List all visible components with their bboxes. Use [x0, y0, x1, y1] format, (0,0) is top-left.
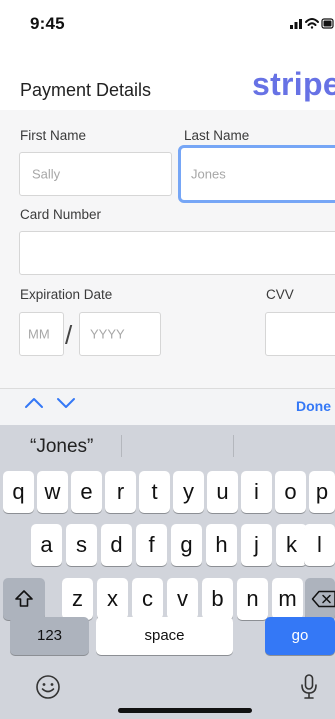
- key-j[interactable]: j: [241, 524, 272, 566]
- status-time: 9:45: [30, 14, 65, 33]
- key-g[interactable]: g: [171, 524, 202, 566]
- done-button[interactable]: Done: [296, 398, 331, 414]
- battery-icon: [321, 18, 334, 29]
- key-i[interactable]: i: [241, 471, 272, 513]
- cellular-signal-icon: [290, 19, 302, 29]
- shift-key[interactable]: [3, 578, 45, 620]
- key-r[interactable]: r: [105, 471, 136, 513]
- last-name-label: Last Name: [184, 128, 250, 143]
- key-x[interactable]: x: [97, 578, 128, 620]
- go-key[interactable]: go: [265, 617, 335, 655]
- expiration-year-field[interactable]: YYYY: [79, 312, 161, 356]
- key-h[interactable]: h: [206, 524, 237, 566]
- expiration-year-placeholder: YYYY: [90, 326, 125, 342]
- key-z[interactable]: z: [62, 578, 93, 620]
- key-m[interactable]: m: [272, 578, 303, 620]
- key-c[interactable]: c: [132, 578, 163, 620]
- chevron-up-icon[interactable]: [24, 396, 44, 415]
- delete-key[interactable]: [305, 578, 335, 620]
- expiration-month-placeholder: MM: [28, 326, 50, 342]
- last-name-field[interactable]: Jones: [178, 145, 335, 203]
- suggestion-item[interactable]: “Jones”: [30, 436, 93, 458]
- microphone-icon[interactable]: [299, 673, 319, 706]
- key-t[interactable]: t: [139, 471, 170, 513]
- emoji-icon[interactable]: [35, 674, 61, 705]
- shift-icon: [15, 590, 33, 607]
- status-icons: [290, 15, 335, 31]
- key-k[interactable]: k: [276, 524, 307, 566]
- first-name-placeholder: Sally: [32, 166, 61, 182]
- key-w[interactable]: w: [37, 471, 68, 513]
- key-l[interactable]: l: [304, 524, 335, 566]
- delete-icon: [311, 590, 335, 608]
- key-u[interactable]: u: [207, 471, 238, 513]
- key-v[interactable]: v: [167, 578, 198, 620]
- keyboard-accessory-bar: [0, 388, 335, 426]
- first-name-field[interactable]: Sally: [19, 152, 172, 196]
- space-key[interactable]: space: [96, 617, 233, 655]
- page-title: Payment Details: [20, 80, 152, 100]
- key-n[interactable]: n: [237, 578, 268, 620]
- numbers-key[interactable]: 123: [10, 617, 89, 655]
- key-a[interactable]: a: [31, 524, 62, 566]
- suggestion-divider: [233, 435, 234, 457]
- key-e[interactable]: e: [71, 471, 102, 513]
- key-y[interactable]: y: [173, 471, 204, 513]
- key-s[interactable]: s: [66, 524, 97, 566]
- key-b[interactable]: b: [202, 578, 233, 620]
- wifi-icon: [305, 18, 319, 29]
- expiration-date-label: Expiration Date: [20, 287, 113, 302]
- card-number-label: Card Number: [20, 207, 102, 222]
- key-f[interactable]: f: [136, 524, 167, 566]
- home-indicator[interactable]: [118, 708, 252, 713]
- stripe-logo: stripe: [252, 66, 335, 102]
- last-name-placeholder: Jones: [191, 166, 226, 182]
- key-q[interactable]: q: [3, 471, 34, 513]
- card-number-field[interactable]: [19, 231, 335, 275]
- chevron-down-icon[interactable]: [56, 396, 76, 415]
- key-d[interactable]: d: [101, 524, 132, 566]
- expiration-month-field[interactable]: MM: [19, 312, 64, 356]
- key-o[interactable]: o: [275, 471, 306, 513]
- suggestion-divider: [121, 435, 122, 457]
- key-p[interactable]: p: [309, 471, 335, 513]
- cvv-field[interactable]: [265, 312, 335, 356]
- cvv-label: CVV: [266, 287, 294, 302]
- expiration-separator: /: [65, 320, 73, 350]
- first-name-label: First Name: [20, 128, 87, 143]
